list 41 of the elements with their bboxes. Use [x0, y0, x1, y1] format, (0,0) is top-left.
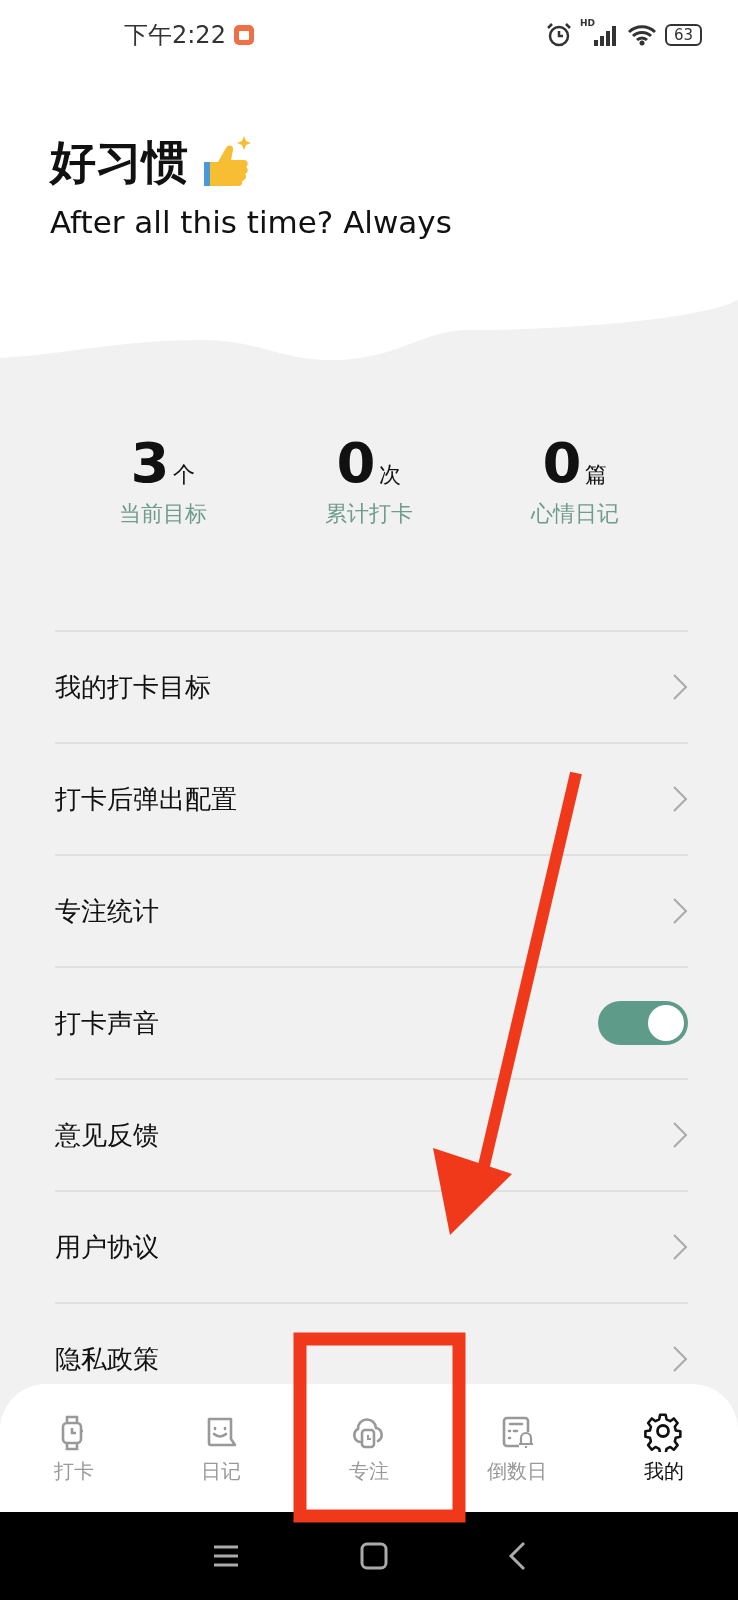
stat-value: 0	[336, 430, 376, 495]
stat-label: 当前目标	[119, 500, 207, 528]
signal-icon	[592, 24, 619, 46]
stat-label: 累计打卡	[325, 500, 413, 528]
stat-value: 3	[130, 430, 170, 495]
chevron-icon	[672, 785, 688, 813]
stat-value: 0	[542, 430, 582, 495]
chevron-icon	[672, 673, 688, 701]
menu-row[interactable]: 专注统计	[55, 854, 688, 966]
home-icon[interactable]	[360, 1542, 388, 1570]
menu-label: 打卡后弹出配置	[55, 782, 237, 816]
stat-label: 心情日记	[531, 500, 619, 528]
stat-unit: 次	[379, 461, 402, 489]
chevron-icon	[672, 1345, 688, 1373]
menu-label: 打卡声音	[55, 1006, 159, 1040]
network-type: HD	[579, 18, 595, 28]
menu-label: 专注统计	[55, 894, 159, 928]
stat-unit: 个	[173, 461, 196, 489]
battery-level: 63	[664, 24, 702, 46]
chevron-icon	[672, 1121, 688, 1149]
chevron-icon	[672, 1233, 688, 1261]
back-icon[interactable]	[508, 1541, 526, 1571]
settings-icon	[644, 1411, 685, 1452]
menu-label: 我的打卡目标	[55, 670, 211, 704]
wifi-icon	[626, 24, 657, 46]
menu-row[interactable]: 打卡声音	[55, 966, 688, 1078]
nav-tab[interactable]: 我的	[590, 1384, 738, 1512]
chevron-icon	[672, 897, 688, 925]
menu-icon[interactable]	[212, 1544, 240, 1568]
app-subtitle: After all this time? Always	[50, 204, 453, 240]
menu-row[interactable]: 我的打卡目标	[55, 630, 688, 742]
menu-label: 用户协议	[55, 1230, 159, 1264]
app-title: 好习惯	[50, 134, 188, 191]
sound-toggle[interactable]	[598, 1001, 688, 1045]
alarm-icon	[545, 22, 572, 48]
app-notification-icon	[233, 25, 254, 45]
stat-unit: 篇	[585, 461, 608, 489]
menu-label: 隐私政策	[55, 1342, 159, 1376]
menu-row[interactable]: 打卡后弹出配置	[55, 742, 688, 854]
menu-label: 意见反馈	[55, 1118, 159, 1152]
status-time: 下午2:22	[124, 20, 226, 51]
